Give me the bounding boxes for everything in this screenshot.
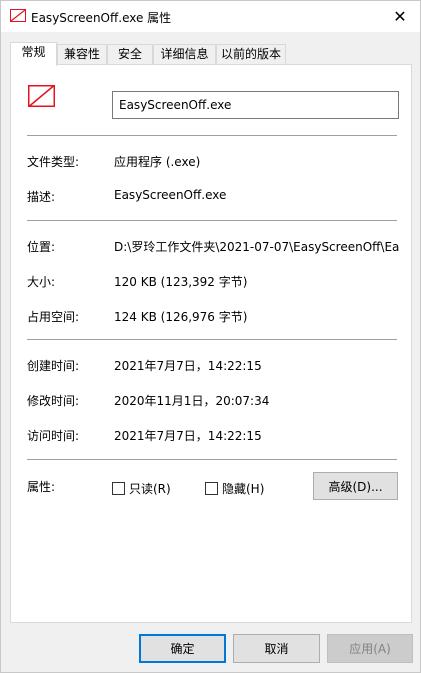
created-value: 2021年7月7日，14:22:15	[114, 359, 262, 373]
tab-details[interactable]: 详细信息	[153, 44, 216, 64]
advanced-button[interactable]: 高级(D)...	[313, 472, 398, 500]
readonly-checkbox-box[interactable]	[112, 482, 125, 495]
cancel-button[interactable]: 取消	[233, 634, 320, 663]
separator	[27, 459, 397, 460]
separator	[27, 220, 397, 221]
file-type-label: 文件类型:	[27, 155, 80, 169]
size-label: 大小:	[27, 275, 56, 289]
tab-security[interactable]: 安全	[107, 44, 153, 64]
title-bar[interactable]: EasyScreenOff.exe 属性 ✕	[1, 1, 420, 32]
size-on-disk-label: 占用空间:	[27, 310, 80, 324]
properties-window: EasyScreenOff.exe 属性 ✕ 常规 兼容性 安全 详细信息 以前…	[0, 0, 421, 673]
tab-previous-versions[interactable]: 以前的版本	[216, 44, 286, 64]
size-on-disk-value: 124 KB (126,976 字节)	[114, 310, 248, 324]
app-icon	[10, 9, 26, 22]
separator	[27, 135, 397, 136]
attributes-label: 属性:	[27, 480, 56, 494]
file-name-input[interactable]	[112, 91, 399, 119]
modified-label: 修改时间:	[27, 394, 80, 408]
size-value: 120 KB (123,392 字节)	[114, 275, 248, 289]
description-label: 描述:	[27, 190, 56, 204]
location-value[interactable]: D:\罗玲工作文件夹\2021-07-07\EasyScreenOff\Eas	[114, 238, 399, 255]
readonly-checkbox[interactable]: 只读(R)	[112, 480, 171, 497]
accessed-label: 访问时间:	[27, 429, 80, 443]
tab-general[interactable]: 常规	[10, 42, 57, 66]
modified-value: 2020年11月1日，20:07:34	[114, 394, 270, 408]
hidden-checkbox-label: 隐藏(H)	[222, 482, 265, 496]
close-button[interactable]: ✕	[380, 1, 420, 32]
description-value: EasyScreenOff.exe	[114, 188, 227, 202]
tab-compatibility[interactable]: 兼容性	[57, 44, 107, 64]
file-type-value: 应用程序 (.exe)	[114, 155, 201, 169]
window-title: EasyScreenOff.exe 属性	[31, 11, 172, 25]
broken-exe-icon	[28, 85, 55, 107]
apply-button[interactable]: 应用(A)	[327, 634, 413, 663]
accessed-value: 2021年7月7日，14:22:15	[114, 429, 262, 443]
hidden-checkbox-box[interactable]	[205, 482, 218, 495]
location-label: 位置:	[27, 240, 56, 254]
created-label: 创建时间:	[27, 359, 80, 373]
hidden-checkbox[interactable]: 隐藏(H)	[205, 480, 264, 497]
separator	[27, 339, 397, 340]
ok-button[interactable]: 确定	[139, 634, 226, 663]
general-panel: 文件类型: 应用程序 (.exe) 描述: EasyScreenOff.exe …	[10, 64, 412, 623]
readonly-checkbox-label: 只读(R)	[129, 482, 171, 496]
close-icon: ✕	[393, 7, 407, 26]
